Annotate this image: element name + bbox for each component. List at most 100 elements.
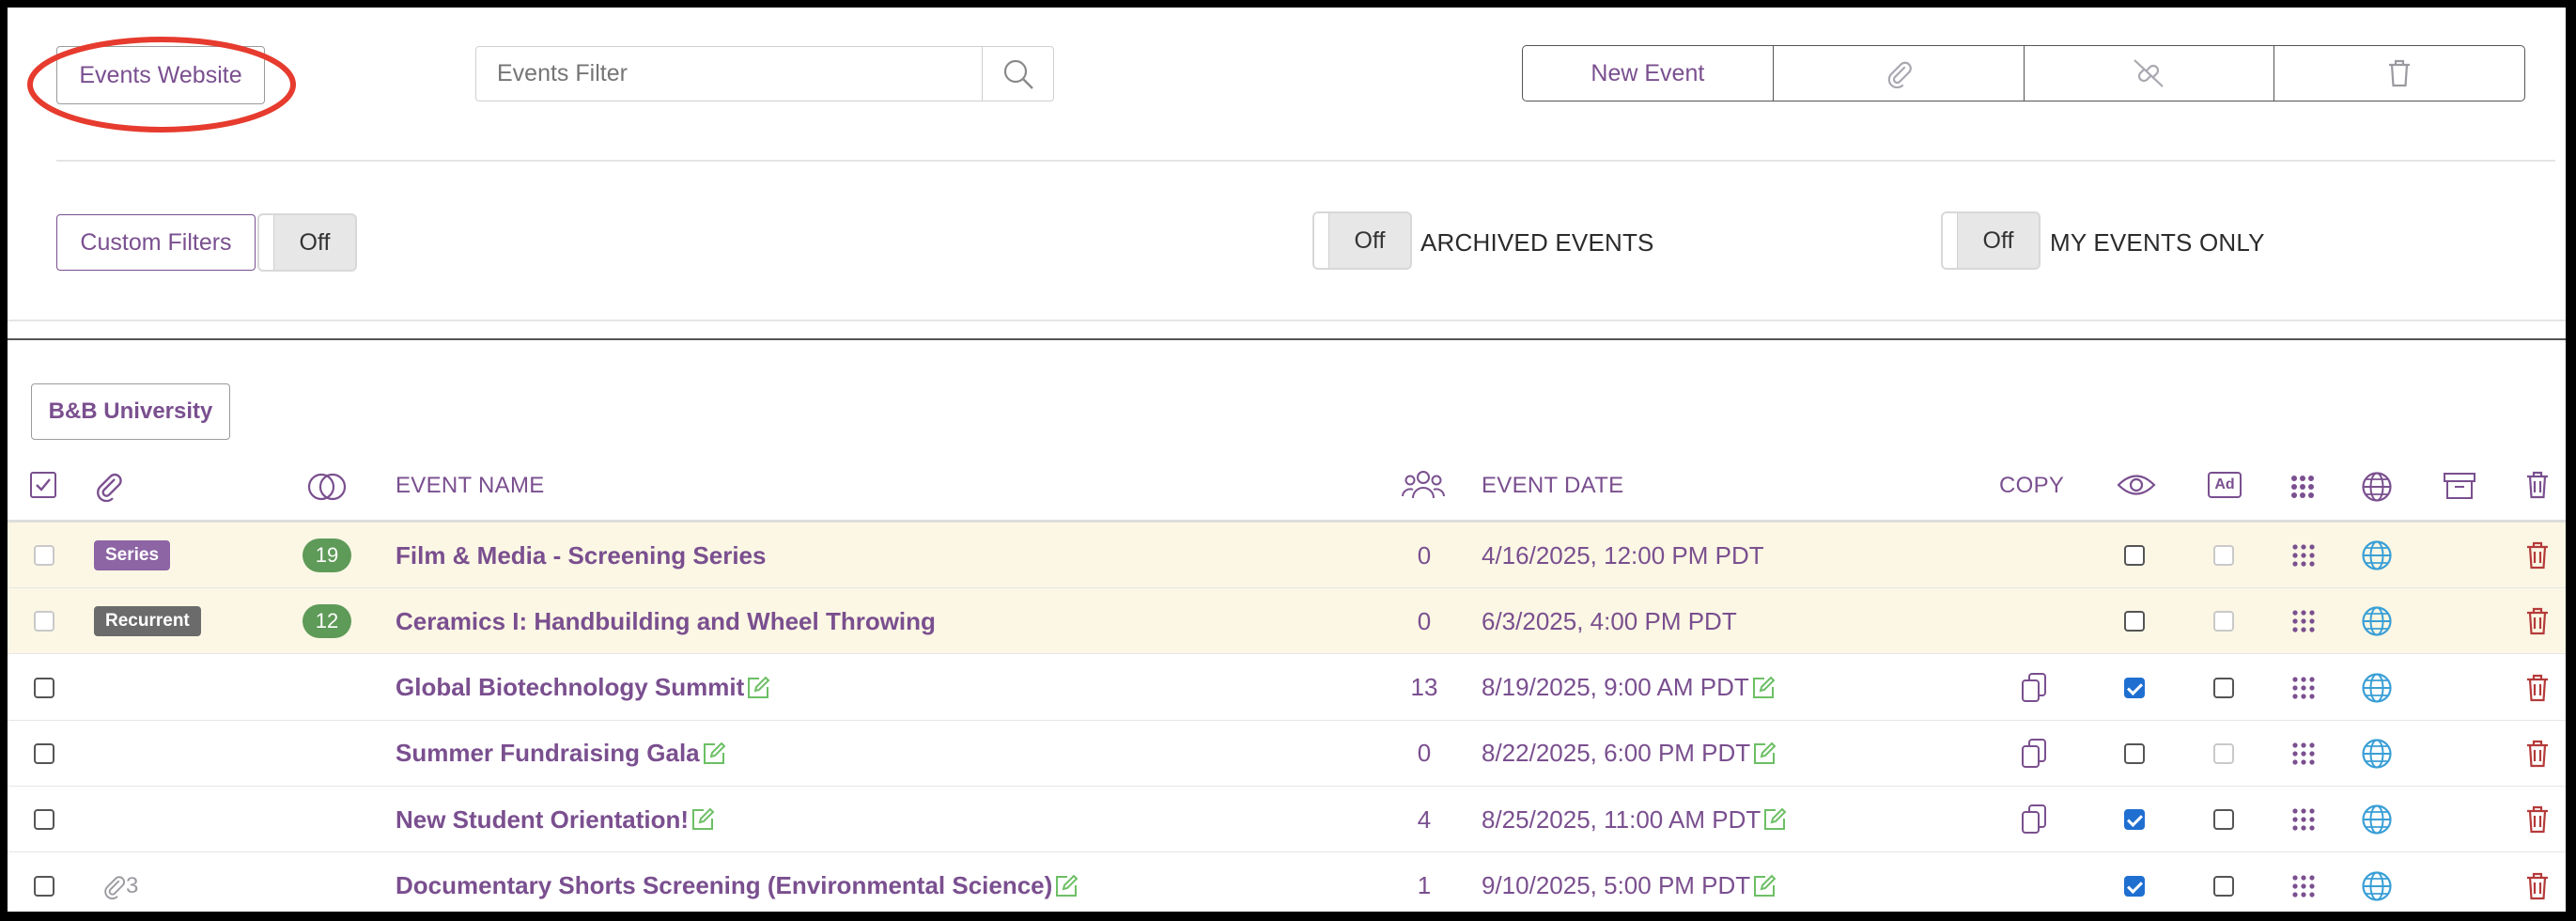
- globe-icon[interactable]: [2361, 804, 2393, 835]
- occurrence-count: 19: [303, 539, 351, 572]
- visible-checkbox[interactable]: [2124, 611, 2145, 632]
- paperclip-icon: [97, 473, 122, 502]
- event-name-link[interactable]: Film & Media - Screening Series: [396, 541, 766, 570]
- table-row: Summer Fundraising Gala 0 8/22/2025, 6:00 …: [8, 721, 2566, 787]
- unlink-icon: [2134, 59, 2165, 87]
- visible-checkbox[interactable]: [2124, 742, 2145, 764]
- delete-row-icon[interactable]: [2524, 738, 2551, 770]
- copy-icon[interactable]: [2020, 738, 2048, 770]
- edit-icon[interactable]: [1054, 874, 1079, 898]
- delete-row-icon[interactable]: [2524, 870, 2551, 902]
- row-select-checkbox[interactable]: [34, 677, 54, 698]
- edit-icon[interactable]: [691, 807, 715, 832]
- event-name-link[interactable]: Global Biotechnology Summit: [396, 673, 744, 702]
- attendee-count: 13: [1410, 673, 1438, 702]
- edit-date-icon[interactable]: [1752, 741, 1777, 766]
- globe-icon[interactable]: [2361, 605, 2393, 637]
- col-event-name[interactable]: EVENT NAME: [396, 473, 545, 499]
- ad-checkbox[interactable]: [2213, 611, 2234, 632]
- attach-button[interactable]: [1772, 46, 2024, 101]
- table-row: 3 Documentary Shorts Screening (Environme…: [8, 853, 2566, 913]
- copy-icon[interactable]: [2020, 672, 2048, 704]
- table-row: Recurrent 12 Ceramics I: Handbuilding and …: [8, 588, 2566, 655]
- archive-icon: [2444, 473, 2475, 499]
- delete-row-icon[interactable]: [2524, 539, 2551, 571]
- action-button-group: New Event: [1522, 45, 2525, 101]
- my-events-toggle[interactable]: Off: [1941, 211, 2041, 270]
- grid-dots-icon[interactable]: [2291, 874, 2316, 898]
- row-select-checkbox[interactable]: [34, 875, 54, 897]
- events-page: Events Website New Event Custom Filters …: [8, 8, 2566, 912]
- search-button[interactable]: [982, 47, 1053, 101]
- globe-icon: [2362, 472, 2392, 502]
- custom-filters-button[interactable]: Custom Filters: [56, 214, 256, 271]
- grid-dots-icon[interactable]: [2291, 609, 2316, 633]
- grid-dots-icon[interactable]: [2291, 543, 2316, 568]
- visible-checkbox[interactable]: [2124, 677, 2145, 698]
- archived-events-toggle-label: Off: [1354, 226, 1386, 254]
- my-events-only-label: MY EVENTS ONLY: [2050, 228, 2265, 257]
- occurrence-count: 12: [303, 604, 351, 639]
- edit-date-icon[interactable]: [1751, 676, 1776, 700]
- row-select-checkbox[interactable]: [34, 809, 54, 831]
- select-all-checkbox[interactable]: [30, 472, 56, 498]
- delete-row-icon[interactable]: [2524, 672, 2551, 704]
- custom-filters-toggle[interactable]: Off: [257, 213, 357, 272]
- row-select-checkbox[interactable]: [34, 742, 54, 764]
- attendee-count: 0: [1417, 540, 1432, 570]
- org-button-label: B&B University: [48, 398, 213, 424]
- event-name-link[interactable]: Summer Fundraising Gala: [396, 739, 700, 768]
- ad-checkbox[interactable]: [2213, 545, 2234, 566]
- event-date: 4/16/2025, 12:00 PM PDT: [1482, 540, 1764, 570]
- archived-events-toggle[interactable]: Off: [1312, 211, 1412, 270]
- org-button[interactable]: B&B University: [31, 383, 230, 440]
- ad-checkbox[interactable]: [2213, 875, 2234, 897]
- events-filter-input[interactable]: [476, 47, 982, 101]
- edit-icon[interactable]: [746, 676, 770, 700]
- event-date: 9/10/2025, 5:00 PM PDT: [1482, 871, 1751, 899]
- check-icon: [36, 478, 51, 492]
- table-row: Global Biotechnology Summit 13 8/19/2025, …: [8, 655, 2566, 721]
- ad-checkbox[interactable]: [2213, 677, 2234, 698]
- globe-icon[interactable]: [2361, 539, 2393, 571]
- annotation-circle: [27, 37, 296, 133]
- visible-checkbox[interactable]: [2124, 545, 2145, 566]
- globe-icon[interactable]: [2361, 870, 2393, 902]
- event-name-link[interactable]: Ceramics I: Handbuilding and Wheel Throw…: [396, 607, 936, 636]
- globe-icon[interactable]: [2361, 738, 2393, 770]
- unlink-button[interactable]: [2023, 46, 2274, 101]
- events-filter: [475, 46, 1054, 101]
- event-name-link[interactable]: New Student Orientation!: [396, 805, 689, 835]
- col-event-date[interactable]: EVENT DATE: [1482, 473, 1623, 499]
- grid-dots-icon[interactable]: [2291, 807, 2316, 832]
- custom-filters-label: Custom Filters: [80, 228, 232, 256]
- trash-icon: [2389, 59, 2411, 87]
- delete-row-icon[interactable]: [2524, 804, 2551, 835]
- row-select-checkbox[interactable]: [34, 611, 54, 632]
- table-row: New Student Orientation! 4 8/25/2025, 11:0…: [8, 787, 2566, 853]
- attendee-count: 0: [1417, 739, 1432, 768]
- grid-dots-icon: [2291, 476, 2314, 498]
- new-event-button[interactable]: New Event: [1523, 46, 1773, 101]
- divider: [8, 320, 2566, 321]
- ad-checkbox[interactable]: [2213, 742, 2234, 764]
- edit-icon[interactable]: [702, 741, 726, 766]
- attendee-count: 1: [1417, 871, 1432, 899]
- grid-dots-icon[interactable]: [2291, 741, 2316, 766]
- visible-checkbox[interactable]: [2124, 809, 2145, 831]
- row-select-checkbox[interactable]: [34, 545, 54, 566]
- delete-selected-button[interactable]: [2273, 46, 2524, 101]
- ad-checkbox[interactable]: [2213, 809, 2234, 831]
- delete-row-icon[interactable]: [2524, 605, 2551, 637]
- archived-events-label: ARCHIVED EVENTS: [1420, 228, 1654, 257]
- linked-circles-icon: [307, 473, 347, 501]
- visible-checkbox[interactable]: [2124, 875, 2145, 897]
- copy-icon[interactable]: [2020, 804, 2048, 835]
- paperclip-icon: [104, 875, 125, 899]
- edit-date-icon[interactable]: [1752, 874, 1777, 898]
- search-icon: [1003, 59, 1033, 89]
- globe-icon[interactable]: [2361, 672, 2393, 704]
- grid-dots-icon[interactable]: [2291, 676, 2316, 700]
- event-name-link[interactable]: Documentary Shorts Screening (Environmen…: [396, 871, 1052, 900]
- edit-date-icon[interactable]: [1762, 807, 1787, 832]
